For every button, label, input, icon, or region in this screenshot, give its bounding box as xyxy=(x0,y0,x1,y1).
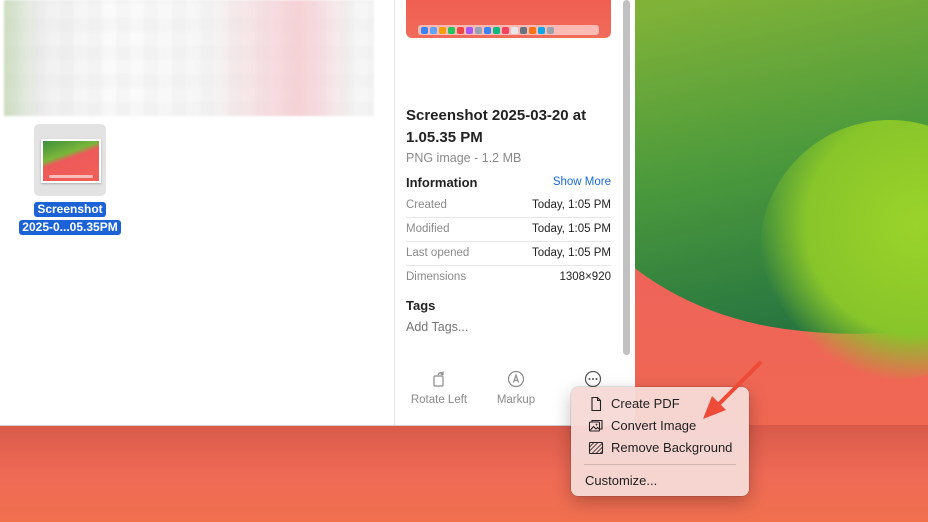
info-key: Dimensions xyxy=(406,271,467,283)
menu-label: Remove Background xyxy=(611,440,733,455)
preview-image xyxy=(406,0,611,38)
file-thumbnail-frame[interactable] xyxy=(34,124,106,196)
info-value: Today, 1:05 PM xyxy=(531,223,611,235)
menu-item-create-pdf[interactable]: Create PDF xyxy=(576,393,744,415)
info-key: Modified xyxy=(406,223,450,235)
menu-label: Convert Image xyxy=(611,418,697,433)
file-name-label[interactable]: Screenshot 2025-0...05.35PM xyxy=(14,200,126,236)
markup-button[interactable]: Markup xyxy=(491,370,541,406)
ellipsis-circle-icon xyxy=(584,370,602,388)
file-kind-size: PNG image - 1.2 MB xyxy=(406,151,522,165)
rotate-left-label: Rotate Left xyxy=(410,394,468,406)
file-thumbnail-image xyxy=(41,139,101,183)
markup-label: Markup xyxy=(496,394,536,406)
file-title: Screenshot 2025-03-20 at 1.05.35 PM xyxy=(406,107,587,146)
tags-input[interactable] xyxy=(406,320,606,334)
preview-pane: Screenshot 2025-03-20 at 1.05.35 PM PNG … xyxy=(394,0,635,425)
info-value: 1308×920 xyxy=(559,271,612,283)
menu-item-customize[interactable]: Customize... xyxy=(576,470,744,492)
info-row-last-opened: Last opened Today, 1:05 PM xyxy=(406,242,611,266)
file-name-line2: 2025-0...05.35PM xyxy=(19,220,121,235)
menu-label: Customize... xyxy=(585,473,658,488)
menu-separator xyxy=(584,464,736,465)
menu-item-remove-background[interactable]: Remove Background xyxy=(576,437,744,459)
information-table: Created Today, 1:05 PM Modified Today, 1… xyxy=(406,194,611,289)
file-name-line1: Screenshot xyxy=(34,202,106,217)
rotate-left-button[interactable]: Rotate Left xyxy=(407,370,471,406)
tags-heading: Tags xyxy=(406,298,436,313)
info-row-modified: Modified Today, 1:05 PM xyxy=(406,218,611,242)
info-value: Today, 1:05 PM xyxy=(531,199,611,211)
remove-background-icon xyxy=(588,441,604,455)
info-key: Last opened xyxy=(406,247,470,259)
more-actions-menu: Create PDF Convert Image Remove Backgrou… xyxy=(571,387,749,496)
finder-window: Screenshot 2025-0...05.35PM Screenshot 2… xyxy=(0,0,635,426)
info-row-dimensions: Dimensions 1308×920 xyxy=(406,266,611,289)
photo-stack-icon xyxy=(588,419,603,432)
document-icon xyxy=(591,396,602,412)
information-heading: Information xyxy=(406,175,478,190)
menu-item-convert-image[interactable]: Convert Image xyxy=(576,415,744,437)
rotate-left-icon xyxy=(433,371,444,387)
pane-scrollbar[interactable] xyxy=(623,0,630,355)
markup-icon xyxy=(507,370,525,388)
info-value: Today, 1:05 PM xyxy=(531,247,611,259)
show-more-link[interactable]: Show More xyxy=(553,176,611,188)
info-row-created: Created Today, 1:05 PM xyxy=(406,194,611,218)
info-key: Created xyxy=(406,199,447,211)
menu-label: Create PDF xyxy=(611,396,680,411)
blurred-content xyxy=(4,0,374,116)
information-header: Information Show More xyxy=(406,175,611,193)
